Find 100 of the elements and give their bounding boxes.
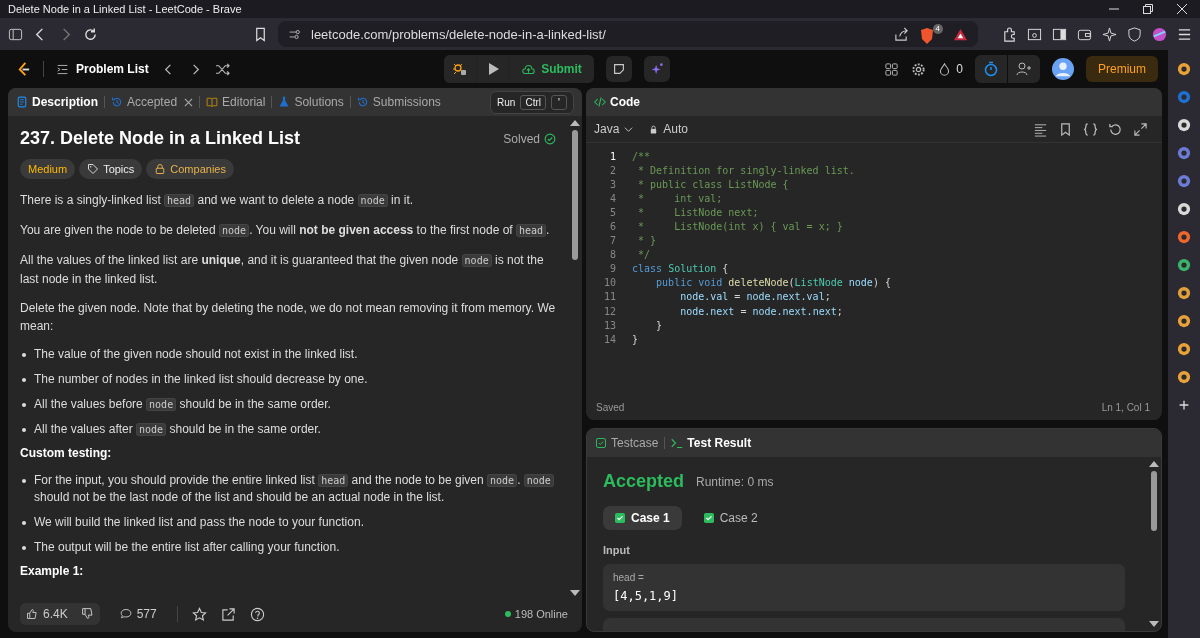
- line-number: 1: [608, 150, 617, 162]
- triangle-icon[interactable]: [953, 26, 968, 42]
- close-icon[interactable]: [1176, 3, 1188, 15]
- window-title: Delete Node in a Linked List - LeetCode - Brave: [8, 3, 242, 15]
- panel-tab[interactable]: Editorial: [206, 95, 266, 109]
- sidebar-app-icon[interactable]: [1177, 314, 1191, 328]
- bullet-text: All the values before node should be in the same order.: [34, 396, 331, 413]
- bookmark-icon[interactable]: [253, 26, 268, 42]
- language-dropdown[interactable]: Java: [594, 122, 640, 136]
- bullet-text: The output will be the entire list after calling your function.: [34, 539, 340, 556]
- sidebar-app-icon[interactable]: [1177, 230, 1191, 244]
- search-window-icon[interactable]: [1027, 26, 1042, 42]
- comments-button[interactable]: 577: [113, 603, 163, 625]
- line-number: 2: [608, 164, 617, 176]
- paragraph: Delete the given node. Note that by deleting the node, we do not mean removing it from memory. We mean:: [20, 300, 556, 335]
- tag-chip[interactable]: Medium: [20, 159, 76, 179]
- input-value: [4,5,1,9]: [613, 589, 680, 603]
- premium-button[interactable]: Premium: [1086, 56, 1158, 82]
- scrollbar-thumb[interactable]: [572, 130, 578, 260]
- line-number: 4: [608, 192, 617, 204]
- flask-icon: [278, 96, 291, 108]
- streak-counter[interactable]: 0: [938, 62, 963, 76]
- bullet-dot: [22, 378, 26, 382]
- sidebar-app-icon[interactable]: [1177, 202, 1191, 216]
- sidebar-app-icon[interactable]: [1177, 62, 1191, 76]
- bookmark-icon[interactable]: [1058, 121, 1073, 137]
- bullet-dot: [22, 428, 26, 432]
- line-number: 12: [602, 305, 617, 317]
- profile-icon[interactable]: [1152, 26, 1167, 42]
- cursor-position: Ln 1, Col 1: [1101, 401, 1150, 413]
- format-icon[interactable]: [1033, 121, 1048, 137]
- reset-icon[interactable]: [1108, 121, 1123, 137]
- note-icon[interactable]: [605, 56, 632, 82]
- panel-icon[interactable]: [1052, 26, 1067, 42]
- shuffle-icon[interactable]: [214, 61, 230, 77]
- history-icon: [356, 96, 369, 108]
- add-icon[interactable]: [1177, 398, 1191, 412]
- sidebar-app-icon[interactable]: [1177, 118, 1191, 132]
- tooltip-label: Run: [497, 96, 516, 108]
- section-heading: Example 1:: [20, 564, 85, 578]
- sidebar-icon[interactable]: [8, 26, 23, 42]
- panel-tab[interactable]: Submissions: [356, 95, 441, 109]
- extensions-icon[interactable]: [1002, 26, 1017, 42]
- braces-icon[interactable]: [1083, 121, 1098, 137]
- problem-list-button[interactable]: Problem List: [56, 62, 149, 76]
- menu-icon[interactable]: [1177, 26, 1192, 42]
- tag-chip[interactable]: Topics: [79, 159, 143, 179]
- bullet-text: We will build the linked list and pass the node to your function.: [34, 514, 364, 531]
- sparkle-icon[interactable]: [643, 56, 670, 82]
- scrollbar-thumb[interactable]: [1151, 471, 1157, 531]
- close-tab-icon[interactable]: [184, 97, 194, 107]
- leetcode-logo-icon[interactable]: [16, 61, 31, 77]
- run-icon[interactable]: [477, 55, 510, 83]
- timer-icon[interactable]: [975, 55, 1007, 83]
- caret-icon: [624, 124, 634, 134]
- sidebar-app-icon[interactable]: [1177, 258, 1191, 272]
- share-icon[interactable]: [894, 26, 909, 42]
- submit-button[interactable]: Submit: [510, 55, 594, 83]
- share-icon[interactable]: [220, 606, 236, 622]
- star-icon[interactable]: [191, 606, 207, 622]
- paragraph: You are given the node to be deleted node . You will not be given access to the first node of head .: [20, 222, 551, 239]
- sparkle-icon[interactable]: [1102, 26, 1117, 42]
- bullet-text: All the values after node should be in the same order.: [34, 421, 321, 438]
- panel-tab[interactable]: Description: [16, 95, 98, 109]
- shield-icon[interactable]: [1127, 26, 1142, 42]
- help-icon[interactable]: [249, 606, 265, 622]
- debug-icon[interactable]: [444, 55, 477, 83]
- address-bar[interactable]: leetcode.com/problems/delete-node-in-a-linked-list/ 4: [278, 21, 978, 47]
- expand-icon[interactable]: [1133, 121, 1148, 137]
- panel-tab[interactable]: Test Result: [671, 436, 752, 450]
- thumbs-up-icon: [26, 608, 38, 620]
- code-line: public void deleteNode(ListNode node) {: [655, 277, 891, 289]
- document-icon: [16, 96, 28, 108]
- list-icon: [56, 62, 69, 76]
- sidebar-app-icon[interactable]: [1177, 370, 1191, 384]
- case-tab[interactable]: Case 2: [691, 506, 770, 530]
- reload-icon[interactable]: [83, 26, 98, 42]
- lock-icon: [154, 163, 167, 175]
- panel-tab[interactable]: Testcase: [595, 436, 659, 450]
- site-settings-icon[interactable]: [288, 27, 301, 41]
- bullet-text: The value of the given node should not exist in the linked list.: [34, 346, 358, 363]
- restore-icon[interactable]: [1142, 3, 1154, 15]
- layout-icon[interactable]: [884, 61, 900, 77]
- case-tab[interactable]: Case 1: [603, 506, 682, 530]
- panel-tab[interactable]: Solutions: [278, 95, 344, 109]
- bullet-dot: [22, 353, 26, 357]
- bullet-text: For the input, you should provide the entire linked list head and the node to be given node . node should not be the last node of the list and should be an actual node in the list.: [34, 472, 556, 506]
- settings-icon[interactable]: [911, 61, 927, 77]
- code-line: * ListNode next;: [637, 206, 759, 218]
- panel-tab[interactable]: Accepted: [111, 95, 194, 109]
- avatar-icon[interactable]: [1052, 58, 1074, 80]
- sidebar-app-icon[interactable]: [1177, 342, 1191, 356]
- auto-mode-button[interactable]: Auto: [649, 122, 695, 136]
- sidebar-app-icon[interactable]: [1177, 286, 1191, 300]
- tag-chip[interactable]: Companies: [146, 159, 234, 179]
- code-line: */: [637, 249, 651, 261]
- line-number: 8: [608, 249, 617, 261]
- key-cap: ': [551, 94, 567, 110]
- line-number: 6: [608, 221, 617, 232]
- add-friend-icon[interactable]: [1008, 55, 1040, 83]
